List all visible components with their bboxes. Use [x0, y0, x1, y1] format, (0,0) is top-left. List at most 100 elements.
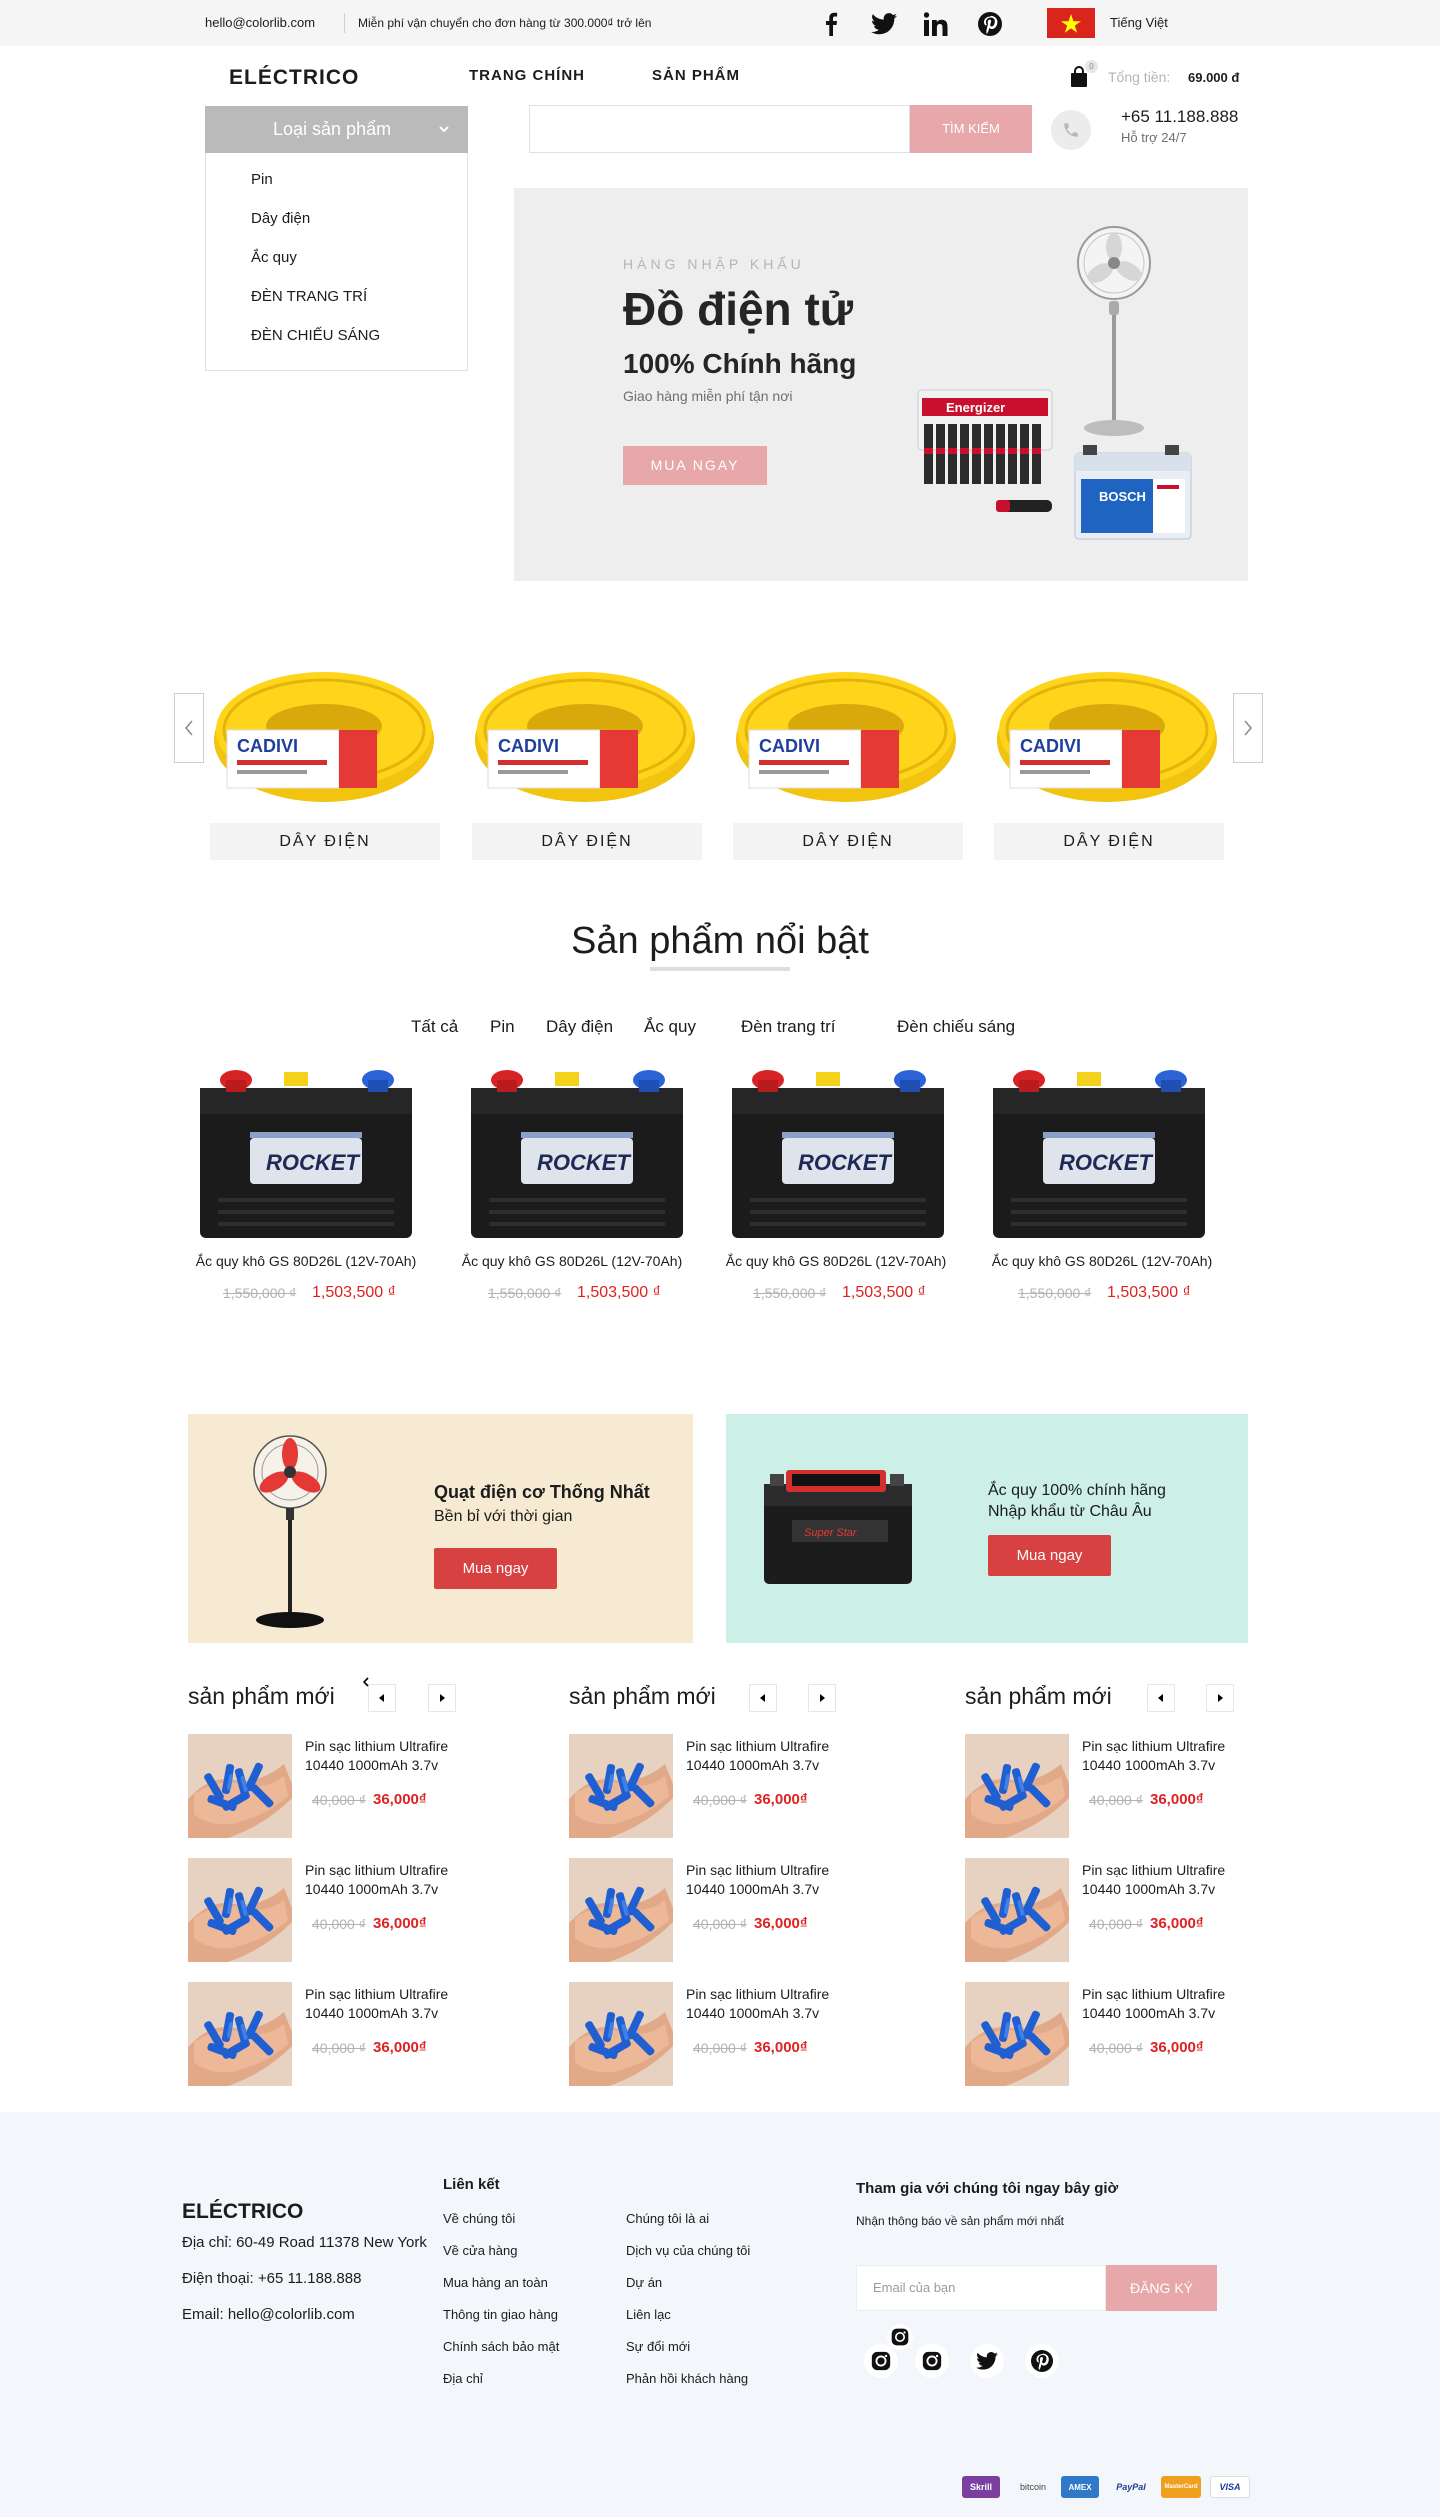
- tab-ac-quy[interactable]: Ắc quy: [644, 1017, 696, 1037]
- latest-column-title: sản phẩm mới: [965, 1683, 1112, 1709]
- footer-link[interactable]: Về chúng tôi: [443, 2211, 515, 2226]
- amex-icon: AMEX: [1061, 2476, 1099, 2498]
- battery-in-hand-image[interactable]: [565, 1858, 677, 1962]
- category-card-label[interactable]: DÂY ĐIỆN: [210, 823, 440, 860]
- promo-battery-buy-button[interactable]: Mua ngay: [988, 1535, 1111, 1576]
- nav-products[interactable]: SẢN PHẨM: [652, 67, 740, 84]
- instagram-icon[interactable]: [887, 2324, 913, 2350]
- latest-next-button[interactable]: [808, 1684, 836, 1712]
- category-dropdown[interactable]: Loại sản phẩm: [205, 106, 468, 153]
- cart-total-label: Tổng tiền:: [1108, 69, 1171, 85]
- battery-in-hand-image[interactable]: [184, 1734, 296, 1838]
- footer-link[interactable]: Liên lạc: [626, 2307, 671, 2322]
- caret-right-icon: [1218, 1694, 1223, 1702]
- footer-link[interactable]: Dự án: [626, 2275, 662, 2290]
- latest-product-price: 36,000₫: [754, 1791, 808, 1808]
- footer-link[interactable]: Về cửa hàng: [443, 2243, 517, 2258]
- latest-product-name[interactable]: Pin sạc lithium Ultrafire 10440 1000mAh …: [1082, 1861, 1252, 1899]
- latest-product-name[interactable]: Pin sạc lithium Ultrafire 10440 1000mAh …: [686, 1985, 856, 2023]
- nav-home[interactable]: TRANG CHÍNH: [469, 67, 585, 84]
- instagram-icon[interactable]: [864, 2344, 898, 2378]
- category-item-den-chieu-sang[interactable]: ĐÈN CHIẾU SÁNG: [251, 327, 380, 344]
- shipping-notice: Miễn phí vận chuyển cho đơn hàng từ 300.…: [358, 16, 652, 30]
- battery-in-hand-image[interactable]: [565, 1982, 677, 2086]
- linkedin-icon[interactable]: [923, 11, 949, 37]
- hero-buy-button[interactable]: MUA NGAY: [623, 446, 767, 485]
- category-item-pin[interactable]: Pin: [251, 171, 273, 188]
- caret-right-icon: [820, 1694, 825, 1702]
- product-price: 1,503,500 ₫: [1107, 1284, 1191, 1301]
- paypal-icon: PayPal: [1116, 2482, 1146, 2492]
- footer-link[interactable]: Chính sách bảo mật: [443, 2339, 559, 2354]
- cable-coil-image: CADIVI: [214, 672, 434, 802]
- tab-den-trang-tri[interactable]: Đèn trang trí: [741, 1017, 836, 1037]
- newsletter-email-input[interactable]: Email của bạn: [856, 2265, 1106, 2311]
- twitter-icon[interactable]: [871, 11, 897, 37]
- car-battery-image: Super Star: [764, 1470, 912, 1584]
- tab-pin[interactable]: Pin: [490, 1017, 515, 1037]
- category-card-label[interactable]: DÂY ĐIỆN: [994, 823, 1224, 860]
- product-name[interactable]: Ắc quy khô GS 80D26L (12V-70Ah): [174, 1253, 438, 1269]
- tab-day-dien[interactable]: Dây điện: [546, 1017, 613, 1037]
- latest-product-name[interactable]: Pin sạc lithium Ultrafire 10440 1000mAh …: [686, 1737, 856, 1775]
- footer-link[interactable]: Địa chỉ: [443, 2371, 483, 2386]
- latest-prev-button[interactable]: [749, 1684, 777, 1712]
- latest-product-old-price: 40,000 ₫: [693, 2040, 747, 2056]
- facebook-icon[interactable]: [818, 11, 844, 37]
- battery-in-hand-image[interactable]: [184, 1858, 296, 1962]
- latest-prev-button[interactable]: [368, 1684, 396, 1712]
- category-item-ac-quy[interactable]: Ắc quy: [251, 249, 297, 266]
- cable-coil-image: CADIVI: [736, 672, 956, 802]
- battery-in-hand-image[interactable]: [565, 1734, 677, 1838]
- topbar-divider: [344, 13, 345, 33]
- hero-title: Đồ điện tử: [623, 283, 854, 335]
- product-name[interactable]: Ắc quy khô GS 80D26L (12V-70Ah): [970, 1253, 1234, 1269]
- latest-product-name[interactable]: Pin sạc lithium Ultrafire 10440 1000mAh …: [305, 1861, 475, 1899]
- twitter-icon[interactable]: [970, 2344, 1004, 2378]
- latest-product-name[interactable]: Pin sạc lithium Ultrafire 10440 1000mAh …: [1082, 1737, 1252, 1775]
- product-name[interactable]: Ắc quy khô GS 80D26L (12V-70Ah): [704, 1253, 968, 1269]
- product-name[interactable]: Ắc quy khô GS 80D26L (12V-70Ah): [440, 1253, 704, 1269]
- footer-link[interactable]: Chúng tôi là ai: [626, 2211, 709, 2226]
- footer-logo[interactable]: ELÉCTRICO: [182, 2200, 303, 2224]
- latest-next-button[interactable]: [428, 1684, 456, 1712]
- support-phone[interactable]: +65 11.188.888: [1121, 107, 1238, 127]
- footer-link[interactable]: Sự đổi mới: [626, 2339, 690, 2354]
- search-input[interactable]: [529, 105, 910, 153]
- car-battery-product-image: ROCKET: [732, 1070, 944, 1238]
- tab-den-chieu-sang[interactable]: Đèn chiếu sáng: [897, 1017, 1015, 1037]
- promo-fan-buy-button[interactable]: Mua ngay: [434, 1548, 557, 1589]
- carousel-prev-button[interactable]: [174, 693, 204, 763]
- pinterest-icon[interactable]: [977, 11, 1003, 37]
- battery-in-hand-image[interactable]: [961, 1734, 1073, 1838]
- footer-link[interactable]: Phản hồi khách hàng: [626, 2371, 748, 2386]
- latest-product-price: 36,000₫: [373, 1915, 427, 1932]
- battery-in-hand-image[interactable]: [961, 1982, 1073, 2086]
- footer-link[interactable]: Dịch vụ của chúng tôi: [626, 2243, 750, 2258]
- svg-text:ROCKET: ROCKET: [266, 1150, 360, 1175]
- category-item-den-trang-tri[interactable]: ĐÈN TRANG TRÍ: [251, 288, 367, 305]
- latest-prev-button[interactable]: [1147, 1684, 1175, 1712]
- latest-next-button[interactable]: [1206, 1684, 1234, 1712]
- category-card-label[interactable]: DÂY ĐIỆN: [472, 823, 702, 860]
- category-card-label[interactable]: DÂY ĐIỆN: [733, 823, 963, 860]
- topbar-email[interactable]: hello@colorlib.com: [205, 15, 315, 30]
- newsletter-subscribe-button[interactable]: ĐĂNG KÝ: [1106, 2265, 1217, 2311]
- latest-product-name[interactable]: Pin sạc lithium Ultrafire 10440 1000mAh …: [305, 1737, 475, 1775]
- battery-in-hand-image[interactable]: [961, 1858, 1073, 1962]
- footer-link[interactable]: Thông tin giao hàng: [443, 2307, 558, 2322]
- site-logo[interactable]: ELÉCTRICO: [229, 66, 359, 90]
- carousel-next-button[interactable]: [1233, 693, 1263, 763]
- footer-link[interactable]: Mua hàng an toàn: [443, 2275, 548, 2290]
- language-selector[interactable]: Tiếng Việt: [1110, 15, 1168, 30]
- search-button[interactable]: TÌM KIẾM: [910, 105, 1032, 153]
- vietnam-flag-icon[interactable]: [1047, 8, 1095, 38]
- tab-all[interactable]: Tất cả: [411, 1017, 458, 1037]
- instagram-icon[interactable]: [915, 2344, 949, 2378]
- latest-product-name[interactable]: Pin sạc lithium Ultrafire 10440 1000mAh …: [305, 1985, 475, 2023]
- category-item-day-dien[interactable]: Dây điện: [251, 210, 310, 227]
- pinterest-icon[interactable]: [1025, 2344, 1059, 2378]
- latest-product-name[interactable]: Pin sạc lithium Ultrafire 10440 1000mAh …: [686, 1861, 856, 1899]
- latest-product-name[interactable]: Pin sạc lithium Ultrafire 10440 1000mAh …: [1082, 1985, 1252, 2023]
- battery-in-hand-image[interactable]: [184, 1982, 296, 2086]
